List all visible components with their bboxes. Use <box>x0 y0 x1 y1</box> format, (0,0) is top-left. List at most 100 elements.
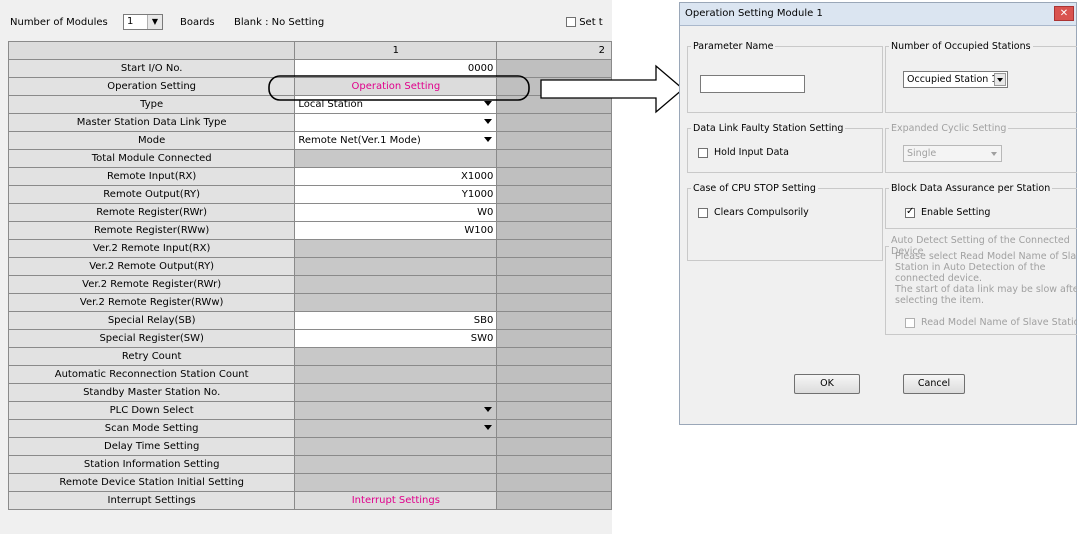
plc-down-select[interactable] <box>294 401 498 420</box>
table-row: Standby Master Station No. <box>7 383 612 402</box>
cancel-button[interactable]: Cancel <box>903 374 965 394</box>
remote-device-initial-cell <box>294 473 498 492</box>
auto-reconnection-cell <box>294 365 498 384</box>
retry-count-cell <box>294 347 498 366</box>
module2-cell[interactable] <box>496 77 612 96</box>
set-option-label: Set t <box>579 17 603 28</box>
row-label: Remote Register(RWw) <box>7 221 296 240</box>
chevron-down-icon[interactable] <box>484 137 493 142</box>
scan-mode-select[interactable] <box>294 419 498 438</box>
remote-input-cell[interactable]: X1000 <box>294 167 498 186</box>
dialog-title: Operation Setting Module 1 <box>685 8 823 19</box>
row-label: Scan Mode Setting <box>7 419 296 438</box>
occupied-stations-select[interactable]: Occupied Station 1 <box>903 71 1008 88</box>
remote-register-rwr-cell[interactable]: W0 <box>294 203 498 222</box>
mode-select[interactable]: Remote Net(Ver.1 Mode) <box>294 131 498 150</box>
row-label: Ver.2 Remote Register(RWr) <box>7 275 296 294</box>
module2-cell[interactable] <box>496 383 612 402</box>
chevron-down-icon[interactable]: ▼ <box>147 15 162 29</box>
special-register-cell[interactable]: SW0 <box>294 329 498 348</box>
row-label: Delay Time Setting <box>7 437 296 456</box>
module2-cell[interactable] <box>496 131 612 150</box>
chevron-down-icon[interactable] <box>994 73 1006 86</box>
module2-cell[interactable] <box>496 167 612 186</box>
module2-cell[interactable] <box>496 365 612 384</box>
type-select[interactable]: Local Station <box>294 95 498 114</box>
set-checkbox[interactable] <box>566 17 576 27</box>
dialog-titlebar[interactable]: Operation Setting Module 1 ✕ <box>680 3 1076 26</box>
parameter-table: 1 2 Start I/O No. 0000 Operation Setting… <box>7 41 612 510</box>
clears-compulsorily-label: Clears Compulsorily <box>714 207 809 218</box>
parameter-name-input[interactable] <box>700 75 805 93</box>
module2-cell[interactable] <box>496 401 612 420</box>
column-header-2: 2 <box>496 41 612 60</box>
module2-cell[interactable] <box>496 491 612 510</box>
clears-compulsorily-checkbox[interactable] <box>698 207 708 218</box>
set-option[interactable]: Set t <box>566 17 603 28</box>
network-parameter-window: Number of Modules 1 ▼ Boards Blank : No … <box>0 0 612 534</box>
remote-output-cell[interactable]: Y1000 <box>294 185 498 204</box>
chevron-down-icon[interactable] <box>484 119 493 124</box>
modules-label: Number of Modules <box>10 17 108 28</box>
module2-cell[interactable] <box>496 419 612 438</box>
enable-setting-label: Enable Setting <box>921 207 991 218</box>
module2-cell[interactable] <box>496 275 612 294</box>
row-label: Remote Register(RWr) <box>7 203 296 222</box>
module2-cell[interactable] <box>496 95 612 114</box>
close-icon[interactable]: ✕ <box>1054 6 1074 21</box>
auto-detect-line: Please select Read Model Name of Slave <box>895 251 1077 262</box>
table-row: PLC Down Select <box>7 401 612 420</box>
expanded-cyclic-legend: Expanded Cyclic Setting <box>891 123 1007 134</box>
special-relay-cell[interactable]: SB0 <box>294 311 498 330</box>
module2-cell[interactable] <box>496 347 612 366</box>
row-label: Remote Input(RX) <box>7 167 296 186</box>
module2-cell[interactable] <box>496 257 612 276</box>
master-data-link-select[interactable] <box>294 113 498 132</box>
start-io-cell[interactable]: 0000 <box>294 59 498 78</box>
column-header-1: 1 <box>294 41 498 60</box>
ok-button[interactable]: OK <box>794 374 860 394</box>
module2-cell[interactable] <box>496 59 612 78</box>
module2-cell[interactable] <box>496 473 612 492</box>
chevron-down-icon[interactable] <box>484 101 493 106</box>
module2-cell[interactable] <box>496 221 612 240</box>
chevron-down-icon <box>988 147 1000 160</box>
remote-register-rww-cell[interactable]: W100 <box>294 221 498 240</box>
table-row: Start I/O No. 0000 <box>7 59 612 78</box>
module2-cell[interactable] <box>496 113 612 132</box>
clears-compulsorily-option[interactable]: Clears Compulsorily <box>698 207 809 218</box>
auto-detect-line: The start of data link may be slow after <box>895 284 1077 295</box>
faulty-station-legend: Data Link Faulty Station Setting <box>693 123 844 134</box>
modules-count-select[interactable]: 1 ▼ <box>123 14 163 30</box>
module2-cell[interactable] <box>496 437 612 456</box>
read-model-name-checkbox <box>905 317 915 328</box>
hold-input-option[interactable]: Hold Input Data <box>698 147 789 158</box>
module2-cell[interactable] <box>496 185 612 204</box>
blank-note: Blank : No Setting <box>234 17 325 28</box>
operation-setting-button[interactable]: Operation Setting <box>294 77 498 96</box>
auto-detect-line: connected device. <box>895 273 982 284</box>
enable-setting-option[interactable]: Enable Setting <box>905 206 991 218</box>
header-corner <box>7 41 296 60</box>
module2-cell[interactable] <box>496 329 612 348</box>
hold-input-checkbox[interactable] <box>698 147 708 158</box>
chevron-down-icon[interactable] <box>484 407 493 412</box>
row-label: PLC Down Select <box>7 401 296 420</box>
chevron-down-icon[interactable] <box>484 425 493 430</box>
enable-setting-checkbox[interactable] <box>905 206 915 218</box>
module2-cell[interactable] <box>496 149 612 168</box>
table-row: Mode Remote Net(Ver.1 Mode) <box>7 131 612 150</box>
table-row: Station Information Setting <box>7 455 612 474</box>
module2-cell[interactable] <box>496 203 612 222</box>
table-row: Total Module Connected <box>7 149 612 168</box>
module2-cell[interactable] <box>496 239 612 258</box>
module2-cell[interactable] <box>496 455 612 474</box>
row-label: Type <box>7 95 296 114</box>
table-row: Retry Count <box>7 347 612 366</box>
interrupt-settings-button[interactable]: Interrupt Settings <box>294 491 498 510</box>
row-label: Operation Setting <box>7 77 296 96</box>
table-row: Type Local Station <box>7 95 612 114</box>
header-row: 1 2 <box>7 41 612 60</box>
module2-cell[interactable] <box>496 311 612 330</box>
module2-cell[interactable] <box>496 293 612 312</box>
